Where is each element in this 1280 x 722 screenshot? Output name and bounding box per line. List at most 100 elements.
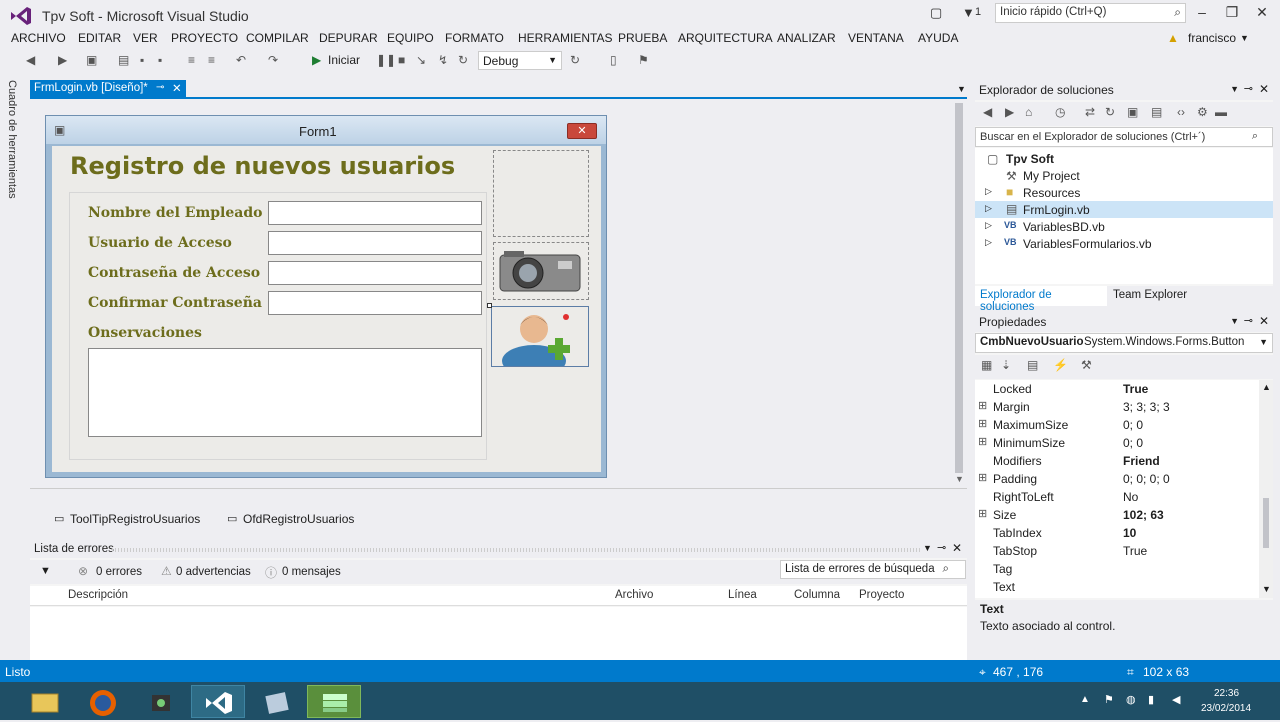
menu-editar[interactable]: EDITAR (78, 31, 121, 45)
save-icon[interactable]: ▪ (140, 53, 144, 67)
back-icon[interactable]: ◀ (26, 53, 35, 67)
forward-icon[interactable]: ▶ (1005, 105, 1014, 119)
prop-row-righttoleft[interactable]: RightToLeft No (975, 488, 1257, 506)
properties-scrollbar[interactable]: ▲ ▼ (1259, 380, 1273, 598)
column-project[interactable]: Proyecto (859, 589, 904, 601)
panel-menu-icon[interactable]: ▼ (1230, 84, 1239, 94)
show-all-icon[interactable]: ▤ (1151, 105, 1162, 119)
expand-icon[interactable]: ▷ (985, 237, 992, 248)
menu-ventana[interactable]: VENTANA (848, 31, 904, 45)
property-pages-icon[interactable]: ⚒ (1081, 358, 1092, 372)
tray-volume-icon[interactable]: ◀ (1172, 693, 1180, 706)
expand-icon[interactable]: ⊞ (978, 435, 987, 448)
prop-row-margin[interactable]: ⊞ Margin 3; 3; 3; 3 (975, 398, 1257, 416)
taskbar-recorder[interactable] (133, 685, 187, 718)
menu-arquitectura[interactable]: ARQUITECTURA (678, 31, 773, 45)
expand-icon[interactable]: ▷ (985, 220, 992, 231)
prop-row-locked[interactable]: Locked True (975, 380, 1257, 398)
preview-icon[interactable]: ▬ (1215, 105, 1227, 119)
tab-dropdown-icon[interactable]: ▼ (957, 84, 966, 94)
notifications-flag-icon[interactable]: ▼ (962, 5, 975, 20)
solution-config-select[interactable]: Debug ▼ (478, 51, 562, 70)
form-close-button[interactable]: ✕ (567, 123, 597, 139)
user-name[interactable]: francisco (1188, 31, 1236, 45)
menu-formato[interactable]: FORMATO (445, 31, 504, 45)
new-user-button[interactable] (491, 306, 589, 377)
expand-icon[interactable]: ▷ (985, 186, 992, 197)
quick-launch-input[interactable]: Inicio rápido (Ctrl+Q) ⌕ (995, 3, 1186, 23)
collapse-icon[interactable]: ▣ (1127, 105, 1138, 119)
user-input[interactable] (268, 231, 482, 255)
events-icon[interactable]: ⚡ (1053, 358, 1068, 372)
scroll-up-icon[interactable]: ▲ (1262, 382, 1271, 392)
start-icon[interactable]: ▶ (312, 53, 321, 67)
undo-icon[interactable]: ↶ (236, 53, 246, 67)
prop-row-modifiers[interactable]: Modifiers Friend (975, 452, 1257, 470)
scroll-down-icon[interactable]: ▼ (1262, 584, 1271, 594)
password-input[interactable] (268, 261, 482, 285)
expand-icon[interactable]: ⊞ (978, 471, 987, 484)
taskbar-visual-studio[interactable] (191, 685, 245, 718)
taskbar-explorer[interactable] (17, 685, 71, 718)
camera-button[interactable] (493, 242, 589, 300)
filter-icon[interactable]: ▼ (40, 565, 51, 577)
prop-row-padding[interactable]: ⊞ Padding 0; 0; 0; 0 (975, 470, 1257, 488)
start-button[interactable]: Iniciar (328, 53, 360, 67)
tray-signal-icon[interactable]: ▮ (1148, 693, 1154, 706)
pin-icon[interactable]: ⊸ (937, 541, 946, 554)
pin-icon[interactable]: ⊸ (1244, 314, 1253, 327)
close-window-button[interactable]: ✕ (1250, 4, 1274, 21)
minimize-button[interactable]: – (1190, 4, 1214, 20)
uncomment-icon[interactable]: ≡ (208, 53, 215, 67)
forward-icon[interactable]: ▶ (58, 53, 67, 67)
tooltip-component[interactable]: ToolTipRegistroUsuarios (70, 512, 200, 526)
restart-icon[interactable]: ↻ (458, 53, 468, 67)
error-search-input[interactable]: Lista de errores de búsqueda ⌕ (780, 560, 966, 579)
close-icon[interactable]: ✕ (1259, 314, 1269, 328)
pin-icon[interactable]: ⊸ (1244, 82, 1253, 95)
clock-time[interactable]: 22:36 (1214, 688, 1239, 699)
menu-proyecto[interactable]: PROYECTO (171, 31, 238, 45)
redo-icon[interactable]: ↷ (268, 53, 278, 67)
taskbar-firefox[interactable] (75, 685, 129, 718)
save-all-icon[interactable]: ▪ (158, 53, 162, 67)
resize-handle[interactable] (487, 303, 492, 308)
confirm-password-input[interactable] (268, 291, 482, 315)
properties-icon[interactable]: ⚙ (1197, 105, 1208, 119)
refresh-icon[interactable]: ↻ (1105, 105, 1115, 119)
document-tab[interactable]: FrmLogin.vb [Diseño]* ⊸ ✕ (30, 80, 186, 98)
attach-icon[interactable]: ▯ (610, 53, 617, 67)
close-icon[interactable]: ✕ (952, 541, 962, 555)
layout-icon[interactable]: ⚑ (638, 53, 649, 67)
expand-icon[interactable]: ⊞ (978, 507, 987, 520)
scroll-down-icon[interactable]: ▼ (955, 474, 964, 484)
tree-item-my-project[interactable]: My Project (1023, 169, 1080, 183)
view-code-icon[interactable]: ‹› (1177, 105, 1185, 119)
menu-analizar[interactable]: ANALIZAR (777, 31, 836, 45)
tree-item-solution[interactable]: Tpv Soft (1006, 152, 1054, 166)
back-icon[interactable]: ◀ (983, 105, 992, 119)
tree-item-resources[interactable]: Resources (1023, 186, 1080, 200)
solution-search-input[interactable]: Buscar en el Explorador de soluciones (C… (975, 127, 1273, 147)
column-file[interactable]: Archivo (615, 589, 653, 601)
tree-item-frmlogin[interactable]: FrmLogin.vb (1023, 203, 1090, 217)
employee-name-input[interactable] (268, 201, 482, 225)
pin-icon[interactable]: ⊸ (156, 82, 164, 93)
expand-icon[interactable]: ⊞ (978, 399, 987, 412)
taskbar-app-green[interactable] (307, 685, 361, 718)
prop-row-size[interactable]: ⊞ Size 102; 63 (975, 506, 1257, 524)
comment-icon[interactable]: ≡ (188, 53, 195, 67)
refresh-icon[interactable]: ↻ (570, 53, 580, 67)
menu-ayuda[interactable]: AYUDA (918, 31, 958, 45)
menu-herramientas[interactable]: HERRAMIENTAS (518, 31, 612, 45)
home-icon[interactable]: ⌂ (1025, 105, 1032, 119)
errors-count[interactable]: 0 errores (96, 566, 142, 578)
menu-prueba[interactable]: PRUEBA (618, 31, 667, 45)
scrollbar-thumb[interactable] (955, 103, 963, 473)
messages-count[interactable]: 0 mensajes (282, 566, 341, 578)
clock-date[interactable]: 23/02/2014 (1201, 703, 1251, 714)
photo-picturebox[interactable] (493, 150, 589, 237)
open-file-icon[interactable]: ▤ (118, 53, 129, 67)
expand-icon[interactable]: ▷ (985, 203, 992, 214)
tab-solution-explorer[interactable]: Explorador de soluciones (975, 286, 1107, 313)
